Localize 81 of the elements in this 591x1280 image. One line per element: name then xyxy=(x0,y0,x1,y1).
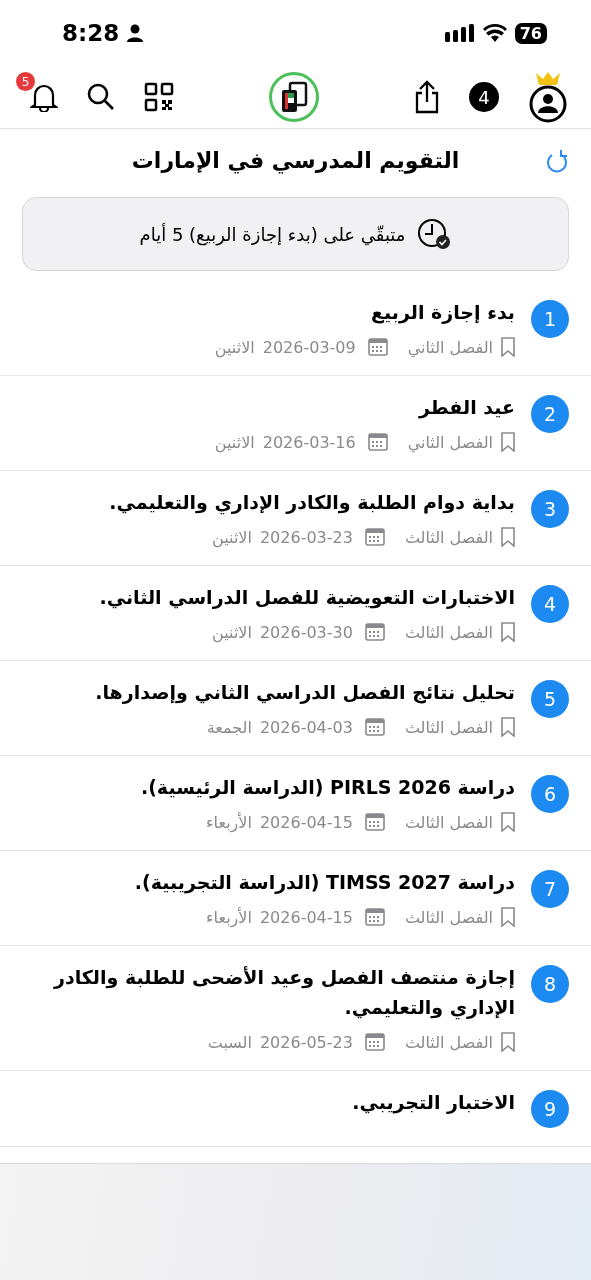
term-label: الفصل الثالث xyxy=(404,907,493,927)
bookmark-icon xyxy=(501,907,515,927)
number-badge: 9 xyxy=(531,1090,569,1128)
event-title[interactable]: تحليل نتائج الفصل الدراسي الثاني وإصدارها. xyxy=(24,677,515,707)
event-date: 2026-03-16 xyxy=(262,432,356,452)
notification-badge: 5 xyxy=(16,72,35,91)
event-day: السبت xyxy=(207,1032,252,1052)
signal-icon xyxy=(444,24,475,42)
calendar-icon xyxy=(364,528,385,546)
event-day: الجمعة xyxy=(206,717,252,737)
search-button[interactable] xyxy=(86,82,116,112)
refresh-icon xyxy=(545,148,569,174)
bookmark-icon xyxy=(501,717,515,737)
event-day: الأربعاء xyxy=(206,907,252,927)
share-button[interactable] xyxy=(413,80,441,114)
bookmark-icon xyxy=(501,622,515,642)
calendar-icon xyxy=(364,813,385,831)
term-label: الفصل الثالث xyxy=(404,1032,493,1052)
bookmark-icon xyxy=(501,432,515,452)
bookmark-icon xyxy=(501,337,515,357)
event-day: الاثنين xyxy=(212,622,252,642)
event-date: 2026-03-30 xyxy=(259,622,353,642)
qr-button[interactable] xyxy=(144,82,174,112)
page-title: التقويم المدرسي في الإمارات xyxy=(131,147,460,173)
term-label: الفصل الثاني xyxy=(407,337,493,357)
number-badge: 8 xyxy=(531,965,569,1003)
term-label: الفصل الثاني xyxy=(407,432,493,452)
event-date: 2026-04-15 xyxy=(259,907,353,927)
event-title[interactable]: الاختبار التجريبي. xyxy=(24,1087,515,1117)
app-logo[interactable] xyxy=(267,71,320,123)
bookmark-icon xyxy=(501,527,515,547)
share-icon xyxy=(413,80,441,114)
event-date: 2026-04-03 xyxy=(259,717,353,737)
event-title[interactable]: بدء إجازة الربيع xyxy=(24,297,515,327)
search-icon xyxy=(86,82,116,112)
number-badge: 1 xyxy=(531,300,569,338)
term-label: الفصل الثالث xyxy=(404,812,493,832)
event-day: الاثنين xyxy=(212,527,252,547)
calendar-icon xyxy=(367,433,388,451)
clock: 8:28 xyxy=(62,20,120,46)
countdown-text: متبقّي على (بدء إجازة الربيع) 5 أيام xyxy=(139,223,406,245)
calendar-icon xyxy=(364,623,385,641)
calendar-icon xyxy=(364,1033,385,1051)
event-date: 2026-05-23 xyxy=(259,1032,353,1052)
calendar-icon xyxy=(367,338,388,356)
calendar-icon xyxy=(364,718,385,736)
event-day: الأربعاء xyxy=(206,812,252,832)
number-badge: 7 xyxy=(531,870,569,908)
person-icon xyxy=(127,24,144,42)
event-title[interactable]: دراسة PIRLS 2026 (الدراسة الرئيسية). xyxy=(24,772,515,802)
number-badge: 6 xyxy=(531,775,569,813)
notifications-button[interactable]: 5 xyxy=(16,72,58,112)
term-label: الفصل الثالث xyxy=(404,622,493,642)
qr-code-icon xyxy=(144,82,174,112)
crowned-avatar-icon xyxy=(527,71,569,123)
counter-badge[interactable]: 4 xyxy=(469,82,499,112)
event-title[interactable]: بداية دوام الطلبة والكادر الإداري والتعليمي. xyxy=(24,487,515,517)
number-badge: 3 xyxy=(531,490,569,528)
event-day: الاثنين xyxy=(214,337,255,357)
refresh-button[interactable] xyxy=(545,148,569,174)
number-badge: 4 xyxy=(531,585,569,623)
number-badge: 2 xyxy=(531,395,569,433)
term-label: الفصل الثالث xyxy=(404,527,493,547)
event-title[interactable]: عيد الفطر xyxy=(24,392,515,422)
event-title[interactable]: الاختبارات التعويضية للفصل الدراسي الثاني. xyxy=(24,582,515,612)
bell-icon xyxy=(30,82,58,112)
event-title[interactable]: إجازة منتصف الفصل وعيد الأضحى للطلبة والكادر الإداري والتعليمي. xyxy=(24,962,515,1022)
wifi-icon xyxy=(482,24,507,42)
event-date: 2026-04-15 xyxy=(259,812,353,832)
event-date: 2026-03-09 xyxy=(262,337,356,357)
bookmark-icon xyxy=(501,812,515,832)
profile-button[interactable] xyxy=(527,71,569,123)
event-title[interactable]: دراسة TIMSS 2027 (الدراسة التجريبية). xyxy=(24,867,515,897)
number-badge: 5 xyxy=(531,680,569,718)
clock-check-icon xyxy=(417,218,452,250)
event-date: 2026-03-23 xyxy=(259,527,353,547)
calendar-icon xyxy=(364,908,385,926)
event-day: الاثنين xyxy=(214,432,255,452)
term-label: الفصل الثالث xyxy=(404,717,493,737)
bookmark-icon xyxy=(501,1032,515,1052)
battery-level: 76 xyxy=(514,22,547,44)
